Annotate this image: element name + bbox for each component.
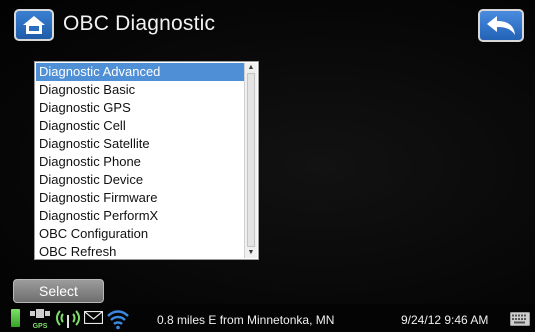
battery-icon [11,309,20,327]
list-scrollbar[interactable]: ▲ ▼ [244,63,257,258]
menu-item[interactable]: OBC Configuration [36,225,244,243]
menu-item[interactable]: Diagnostic Cell [36,117,244,135]
menu-list: Diagnostic Advanced Diagnostic Basic Diagn… [36,63,244,259]
gps-icon: GPS [30,309,50,330]
location-text: 0.8 miles E from Minnetonka, MN [157,313,335,327]
menu-item[interactable]: Diagnostic Advanced [36,63,244,81]
menu-item[interactable]: OBC Refresh [36,243,244,259]
select-button[interactable]: Select [13,279,104,303]
menu-item[interactable]: Diagnostic GPS [36,99,244,117]
scroll-down-icon[interactable]: ▼ [246,249,256,256]
menu-item[interactable]: Diagnostic Satellite [36,135,244,153]
menu-item[interactable]: Diagnostic Firmware [36,189,244,207]
diagnostic-menu-list[interactable]: Diagnostic Advanced Diagnostic Basic Diagn… [34,61,259,260]
menu-item[interactable]: Diagnostic Device [36,171,244,189]
scroll-up-icon[interactable]: ▲ [246,64,256,71]
mail-icon [84,311,103,324]
keyboard-icon[interactable] [510,312,530,326]
back-arrow-icon [487,15,515,35]
menu-item[interactable]: Diagnostic Basic [36,81,244,99]
home-button[interactable] [14,9,54,41]
menu-item[interactable]: Diagnostic Phone [36,153,244,171]
back-button[interactable] [478,9,524,42]
home-icon [23,16,45,34]
gps-label: GPS [33,323,48,330]
status-bar: GPS 0.8 miles E from Minnetonka, MN 9/24… [0,304,535,332]
page-title: OBC Diagnostic [63,12,216,35]
screen: OBC Diagnostic Diagnostic Advanced Diagno… [0,0,535,332]
scroll-thumb[interactable] [247,73,255,247]
signal-icon [56,310,80,328]
datetime-text: 9/24/12 9:46 AM [401,313,489,327]
wifi-icon [107,310,129,330]
menu-item[interactable]: Diagnostic PerformX [36,207,244,225]
